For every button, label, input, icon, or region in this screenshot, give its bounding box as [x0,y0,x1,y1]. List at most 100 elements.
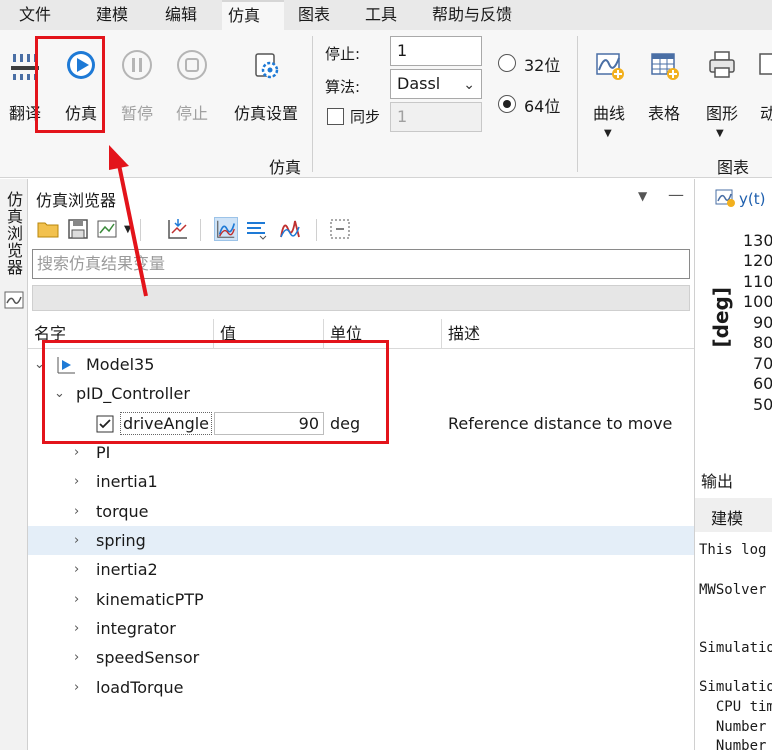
tree-label: speedSensor [96,648,200,667]
menu-help[interactable]: 帮助与反馈 [426,0,518,30]
tree-label: inertia1 [96,472,158,491]
group-label-charts: 图表 [716,158,749,177]
tab-sim-browser-vertical[interactable]: 仿真浏览器 [3,191,25,276]
log-line: This log [699,542,767,558]
printer-icon [709,51,735,78]
curve-button[interactable]: 曲线 ▼ [586,30,632,139]
stop-button[interactable]: 停止 [166,30,218,130]
tree-label: kinematicPTP [96,590,204,609]
y-tick-label: 90 [753,313,772,332]
plot-tab-icon [715,189,735,207]
y-tick-label: 110 [743,272,772,291]
tree-label: torque [96,502,149,521]
output-panel: 输出 建模 This log MWSolver Simulatio Simula… [694,462,772,750]
sim-settings-button[interactable]: 仿真设置 [226,30,306,130]
menu-modeling[interactable]: 建模 [90,0,134,30]
log-line: CPU tim [699,699,772,715]
radio-64bit[interactable] [498,95,516,113]
import-data-icon[interactable] [166,217,190,241]
chevron-right-icon[interactable]: › [74,643,79,672]
y-tick-label: 120 [743,251,772,270]
log-line: Simulatio [699,679,772,695]
ribbon: 翻译 仿真 暂停 停止 仿真设置 停止: 1 算法: Dassl ⌄ 同步 1 … [0,30,772,178]
y-tick-label: 130 [743,231,772,250]
animation-icon [759,53,772,75]
log-line: Number [699,719,767,735]
export-chart-icon[interactable] [96,217,120,241]
tree-row-torque[interactable]: › torque [28,497,694,526]
output-tab-modeling[interactable]: 建模 [711,505,743,529]
table-icon [651,53,679,80]
chevron-right-icon[interactable]: › [74,585,79,614]
pause-icon [122,50,152,80]
tree-row-spring[interactable]: › spring [28,526,694,555]
sync-label: 同步 [350,108,381,126]
chevron-down-icon: ⌄ [463,77,475,93]
annotation-box-drive-angle [42,340,389,444]
y-tick-label: 100 [743,292,772,311]
tree-row-integrator[interactable]: › integrator [28,614,694,643]
table-button[interactable]: 表格 [640,30,688,130]
plot-panel: y(t) [deg] 130 120 110 100 90 80 70 60 5… [694,179,772,462]
curve-chart-icon [596,53,624,80]
tree-row-load-torque[interactable]: › loadTorque [28,673,694,702]
y-tick-label: 50 [753,395,772,414]
ribbon-separator [312,36,313,172]
tree-row-inertia1[interactable]: › inertia1 [28,467,694,496]
stop-time-label: 停止: [325,45,361,63]
chevron-right-icon[interactable]: › [74,467,79,496]
plot-panel-icon[interactable] [4,291,24,309]
y-tick-label: 60 [753,374,772,393]
plot-tab-label[interactable]: y(t) [739,190,765,208]
tree-label: integrator [96,619,176,638]
search-input[interactable]: 搜索仿真结果变量 [32,249,690,279]
stop-time-input[interactable]: 1 [390,36,482,66]
menu-tools[interactable]: 工具 [359,0,403,30]
chevron-right-icon[interactable]: › [74,673,79,702]
log-line: MWSolver [699,582,767,598]
menu-file[interactable]: 文件 [13,0,57,30]
table-label: 表格 [647,104,680,123]
browser-toolbar: ▼ [28,213,694,245]
tree-label: spring [96,531,146,550]
sync-input[interactable]: 1 [390,102,482,132]
graphic-dropdown-icon[interactable]: ▼ [716,128,724,139]
output-panel-title: 输出 [701,472,734,491]
browser-panel-title: 仿真浏览器 [36,191,117,210]
tree-row-speed-sensor[interactable]: › speedSensor [28,643,694,672]
save-icon[interactable] [66,217,90,241]
chevron-right-icon[interactable]: › [74,555,79,584]
left-tab-strip: 仿真浏览器 [0,179,28,750]
chevron-right-icon[interactable]: › [74,614,79,643]
signal-icon[interactable] [278,217,302,241]
tree-row-inertia2[interactable]: › inertia2 [28,555,694,584]
y-tick-label: 80 [753,333,772,352]
menu-simulation[interactable]: 仿真 [222,0,284,30]
menu-charts[interactable]: 图表 [292,0,336,30]
chevron-right-icon[interactable]: › [74,497,79,526]
chevron-right-icon[interactable]: › [74,526,79,555]
drive-angle-description: Reference distance to move [448,414,673,433]
open-folder-icon[interactable] [36,217,60,241]
menu-edit[interactable]: 编辑 [159,0,203,30]
panel-minimize-icon[interactable]: — [668,185,684,204]
curve-mode-icon[interactable] [214,217,238,241]
column-header-desc[interactable]: 描述 [442,319,694,349]
graphic-button[interactable]: 图形 ▼ [696,30,748,139]
pause-button[interactable]: 暂停 [112,30,162,130]
radio-32bit-label: 32位 [524,56,561,75]
tree-label: inertia2 [96,560,158,579]
pause-label: 暂停 [120,104,153,123]
list-view-icon[interactable] [244,217,268,241]
radio-32bit[interactable] [498,54,516,72]
panel-menu-icon[interactable]: ▼ [638,189,647,203]
export-dropdown-icon[interactable]: ▼ [124,224,132,235]
tree-row-kinematic-ptp[interactable]: › kinematicPTP [28,585,694,614]
animation-button[interactable]: 动 [756,30,772,130]
algorithm-select[interactable]: Dassl ⌄ [390,69,482,99]
collapse-all-icon[interactable] [328,217,352,241]
curve-dropdown-icon[interactable]: ▼ [604,128,612,139]
sync-checkbox[interactable] [327,108,344,125]
settings-gear-icon [255,53,279,79]
toolbar-separator [316,219,317,241]
